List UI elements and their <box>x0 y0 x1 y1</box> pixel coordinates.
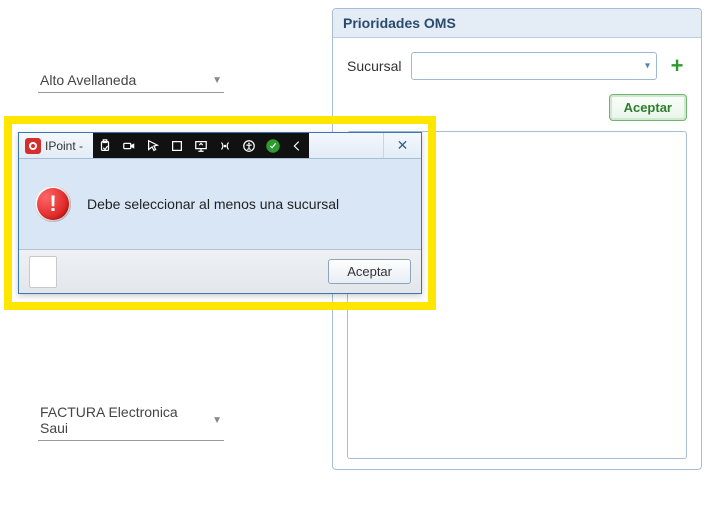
recorder-toolbar <box>93 133 309 158</box>
caret-down-icon: ▼ <box>212 415 222 426</box>
branch-dropdown[interactable]: Alto Avellaneda ▼ <box>38 68 224 93</box>
warning-icon: ! <box>35 186 71 222</box>
screen-arrow-icon[interactable] <box>193 138 209 154</box>
documents-icon <box>29 256 57 288</box>
cursor-icon[interactable] <box>145 138 161 154</box>
plus-icon: + <box>671 55 684 77</box>
dialog-titlebar: IPoint - ✕ <box>19 133 421 159</box>
check-circle-icon[interactable] <box>265 138 281 154</box>
add-sucursal-button[interactable]: + <box>667 56 687 76</box>
branch-dropdown-label: Alto Avellaneda <box>40 72 136 88</box>
video-icon[interactable] <box>121 138 137 154</box>
caret-down-icon: ▼ <box>212 75 222 86</box>
panel-accept-button[interactable]: Aceptar <box>609 94 687 121</box>
chevron-left-icon[interactable] <box>289 138 305 154</box>
broadcast-icon[interactable] <box>217 138 233 154</box>
square-icon[interactable] <box>169 138 185 154</box>
clipboard-icon[interactable] <box>97 138 113 154</box>
dialog-app-name: IPoint - <box>45 139 83 153</box>
dialog-title-left: IPoint - <box>19 133 89 158</box>
dialog-accept-button[interactable]: Aceptar <box>328 259 411 284</box>
accessibility-icon[interactable] <box>241 138 257 154</box>
sucursal-label: Sucursal <box>347 58 401 74</box>
caret-down-icon: ▾ <box>645 61 650 72</box>
sucursal-select[interactable]: ▾ <box>411 52 657 80</box>
dialog-body: ! Debe seleccionar al menos una sucursal <box>19 159 421 249</box>
close-icon: ✕ <box>397 137 409 154</box>
invoice-type-dropdown[interactable]: FACTURA Electronica Saui ▼ <box>38 400 224 441</box>
panel-title: Prioridades OMS <box>333 9 701 38</box>
alert-dialog: IPoint - ✕ ! Debe seleccionar al menos u… <box>18 132 422 294</box>
invoice-type-dropdown-label: FACTURA Electronica Saui <box>40 404 204 436</box>
app-icon <box>25 138 41 154</box>
dialog-message: Debe seleccionar al menos una sucursal <box>87 196 339 212</box>
dialog-footer: Aceptar <box>19 249 421 293</box>
dialog-close-button[interactable]: ✕ <box>383 133 421 158</box>
sucursal-row: Sucursal ▾ + <box>347 52 687 80</box>
